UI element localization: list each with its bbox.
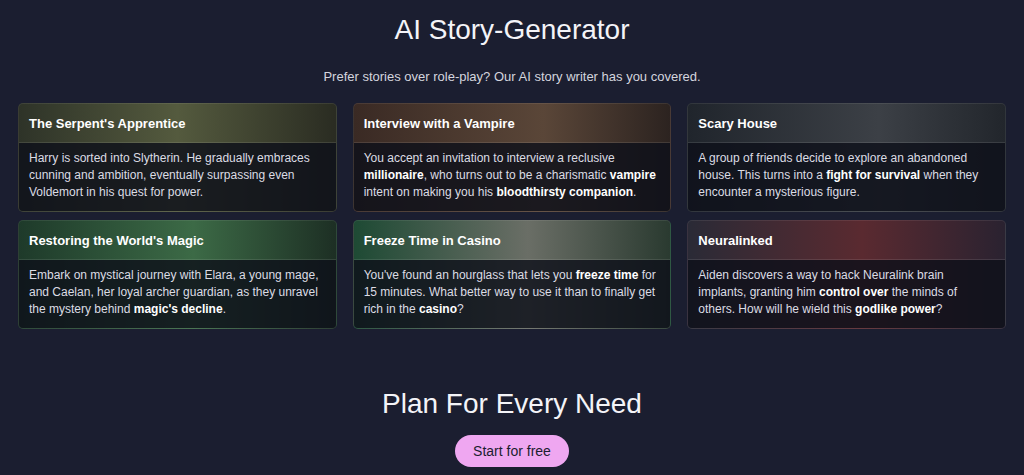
- page-title: AI Story-Generator: [395, 12, 630, 48]
- story-description: Aiden discovers a way to hack Neuralink …: [688, 260, 1005, 328]
- story-description: Harry is sorted into Slytherin. He gradu…: [19, 143, 336, 211]
- story-card[interactable]: Interview with a Vampire You accept an in…: [353, 103, 672, 212]
- start-button[interactable]: Start for free: [455, 435, 569, 467]
- story-title: Scary House: [688, 104, 1005, 143]
- highlighted-text: control over: [819, 285, 888, 299]
- story-title: Restoring the World's Magic: [19, 221, 336, 260]
- description-text: .: [223, 302, 226, 316]
- description-text: ?: [936, 302, 943, 316]
- highlighted-text: godlike power: [855, 302, 936, 316]
- description-text: You've found an hourglass that lets you: [364, 268, 576, 282]
- story-card[interactable]: Restoring the World's MagicEmbark on mys…: [18, 220, 337, 329]
- highlighted-text: freeze time: [576, 268, 639, 282]
- story-description: You've found an hourglass that lets you …: [354, 260, 671, 328]
- description-text: , who turns out to be a charismatic: [424, 168, 610, 182]
- description-text: intent on making you his: [364, 185, 497, 199]
- story-description: Embark on mystical journey with Elara, a…: [19, 260, 336, 328]
- story-card[interactable]: Scary HouseA group of friends decide to …: [687, 103, 1006, 212]
- story-title: Interview with a Vampire: [354, 104, 671, 143]
- page-subtitle: Prefer stories over role-play? Our AI st…: [323, 68, 700, 86]
- story-title: Neuralinked: [688, 221, 1005, 260]
- highlighted-text: vampire: [610, 168, 656, 182]
- highlighted-text: bloodthirsty companion: [496, 185, 633, 199]
- description-text: You accept an invitation to interview a …: [364, 151, 615, 165]
- story-description: You accept an invitation to interview a …: [354, 143, 671, 211]
- story-card[interactable]: Freeze Time in CasinoYou've found an hou…: [353, 220, 672, 329]
- highlighted-text: millionaire: [364, 168, 424, 182]
- story-card[interactable]: NeuralinkedAiden discovers a way to hack…: [687, 220, 1006, 329]
- story-description: A group of friends decide to explore an …: [688, 143, 1005, 211]
- story-card[interactable]: The Serpent's Apprentice Harry is sorted …: [18, 103, 337, 212]
- description-text: ?: [457, 302, 464, 316]
- highlighted-text: magic's decline: [134, 302, 223, 316]
- page: AI Story-Generator Prefer stories over ro…: [0, 0, 1024, 467]
- description-text: Harry is sorted into Slytherin. He gradu…: [29, 151, 310, 199]
- story-title: The Serpent's Apprentice: [19, 104, 336, 143]
- highlighted-text: casino: [419, 302, 457, 316]
- story-grid: The Serpent's Apprentice Harry is sorted …: [18, 103, 1006, 329]
- story-title: Freeze Time in Casino: [354, 221, 671, 260]
- description-text: .: [633, 185, 636, 199]
- highlighted-text: fight for survival: [826, 168, 920, 182]
- plans-title: Plan For Every Need: [382, 386, 642, 422]
